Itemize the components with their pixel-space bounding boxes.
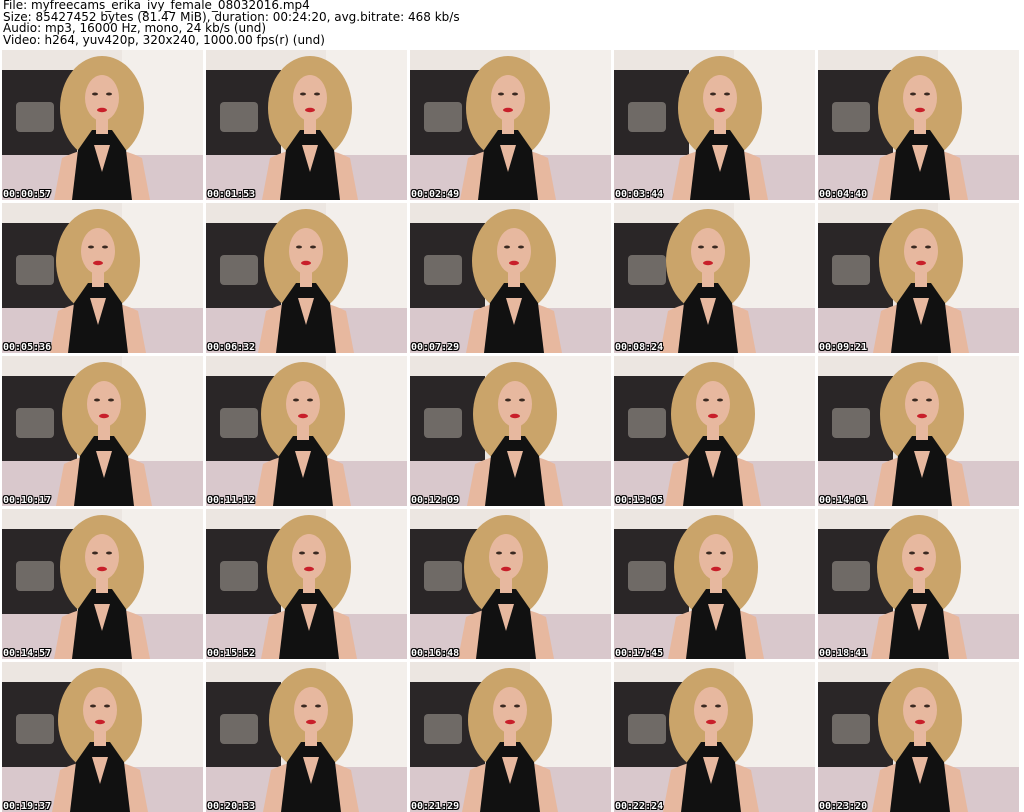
frame-image bbox=[410, 662, 611, 812]
frame-timestamp: 00:06:32 bbox=[207, 342, 256, 353]
frame-image bbox=[2, 662, 203, 812]
frame-timestamp: 00:03:44 bbox=[615, 189, 664, 200]
video-frame-thumbnail: 00:18:41 bbox=[818, 509, 1019, 659]
frame-image bbox=[410, 356, 611, 506]
video-frame-thumbnail: 00:17:45 bbox=[614, 509, 815, 659]
video-frame-thumbnail: 00:16:48 bbox=[410, 509, 611, 659]
video-frame-thumbnail: 00:01:53 bbox=[206, 50, 407, 200]
frame-timestamp: 00:22:24 bbox=[615, 801, 664, 812]
video-frame-thumbnail: 00:10:17 bbox=[2, 356, 203, 506]
frame-timestamp: 00:21:29 bbox=[411, 801, 460, 812]
frame-image bbox=[614, 662, 815, 812]
frame-image bbox=[818, 50, 1019, 200]
frame-timestamp: 00:13:05 bbox=[615, 495, 664, 506]
frame-timestamp: 00:17:45 bbox=[615, 648, 664, 659]
frame-image bbox=[410, 203, 611, 353]
video-frame-thumbnail: 00:05:36 bbox=[2, 203, 203, 353]
video-frame-thumbnail: 00:04:40 bbox=[818, 50, 1019, 200]
video-info-line: Video: h264, yuv420p, 320x240, 1000.00 f… bbox=[3, 32, 325, 47]
frame-image bbox=[2, 356, 203, 506]
frame-image bbox=[614, 509, 815, 659]
frame-image bbox=[818, 509, 1019, 659]
frame-timestamp: 00:08:24 bbox=[615, 342, 664, 353]
frame-timestamp: 00:14:01 bbox=[819, 495, 868, 506]
video-frame-thumbnail: 00:08:24 bbox=[614, 203, 815, 353]
frame-image bbox=[206, 662, 407, 812]
video-frame-thumbnail: 00:21:29 bbox=[410, 662, 611, 812]
frame-image bbox=[614, 50, 815, 200]
video-frame-thumbnail: 00:14:57 bbox=[2, 509, 203, 659]
frame-image bbox=[818, 203, 1019, 353]
frame-timestamp: 00:12:09 bbox=[411, 495, 460, 506]
frame-image bbox=[614, 203, 815, 353]
video-frame-thumbnail: 00:03:44 bbox=[614, 50, 815, 200]
frame-timestamp: 00:11:12 bbox=[207, 495, 256, 506]
video-frame-thumbnail: 00:02:49 bbox=[410, 50, 611, 200]
frame-timestamp: 00:23:20 bbox=[819, 801, 868, 812]
file-info-header: File: myfreecams_erika_ivy_female_080320… bbox=[3, 0, 1021, 46]
video-frame-thumbnail: 00:22:24 bbox=[614, 662, 815, 812]
video-frame-thumbnail: 00:00:57 bbox=[2, 50, 203, 200]
video-frame-thumbnail: 00:07:29 bbox=[410, 203, 611, 353]
frame-image bbox=[2, 50, 203, 200]
frame-image bbox=[410, 50, 611, 200]
frame-image bbox=[206, 203, 407, 353]
frame-timestamp: 00:01:53 bbox=[207, 189, 256, 200]
frame-image bbox=[2, 203, 203, 353]
frame-timestamp: 00:18:41 bbox=[819, 648, 868, 659]
video-frame-thumbnail: 00:11:12 bbox=[206, 356, 407, 506]
frame-image bbox=[614, 356, 815, 506]
video-frame-thumbnail: 00:13:05 bbox=[614, 356, 815, 506]
frame-timestamp: 00:16:48 bbox=[411, 648, 460, 659]
frame-timestamp: 00:04:40 bbox=[819, 189, 868, 200]
frame-timestamp: 00:07:29 bbox=[411, 342, 460, 353]
frame-timestamp: 00:09:21 bbox=[819, 342, 868, 353]
video-frame-thumbnail: 00:09:21 bbox=[818, 203, 1019, 353]
frame-timestamp: 00:05:36 bbox=[3, 342, 52, 353]
frame-timestamp: 00:14:57 bbox=[3, 648, 52, 659]
video-frame-thumbnail: 00:23:20 bbox=[818, 662, 1019, 812]
frame-image bbox=[206, 356, 407, 506]
thumbnail-grid: 00:00:57 00:01:53 00:02:49 00:03:44 00:04:40… bbox=[2, 50, 1019, 812]
video-frame-thumbnail: 00:15:52 bbox=[206, 509, 407, 659]
video-frame-thumbnail: 00:06:32 bbox=[206, 203, 407, 353]
video-frame-thumbnail: 00:19:37 bbox=[2, 662, 203, 812]
frame-image bbox=[206, 509, 407, 659]
frame-image bbox=[818, 356, 1019, 506]
video-frame-thumbnail: 00:14:01 bbox=[818, 356, 1019, 506]
video-frame-thumbnail: 00:20:33 bbox=[206, 662, 407, 812]
video-frame-thumbnail: 00:12:09 bbox=[410, 356, 611, 506]
frame-timestamp: 00:02:49 bbox=[411, 189, 460, 200]
frame-image bbox=[2, 509, 203, 659]
frame-image bbox=[410, 509, 611, 659]
frame-timestamp: 00:19:37 bbox=[3, 801, 52, 812]
frame-timestamp: 00:00:57 bbox=[3, 189, 52, 200]
frame-image bbox=[206, 50, 407, 200]
frame-timestamp: 00:15:52 bbox=[207, 648, 256, 659]
frame-image bbox=[818, 662, 1019, 812]
frame-timestamp: 00:10:17 bbox=[3, 495, 52, 506]
frame-timestamp: 00:20:33 bbox=[207, 801, 256, 812]
